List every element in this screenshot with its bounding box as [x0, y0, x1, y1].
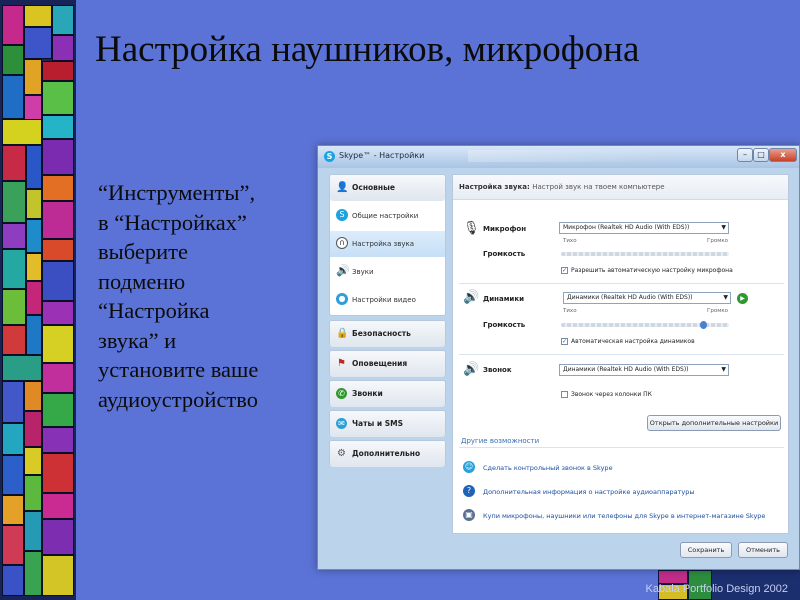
volume-max-label: Громко	[707, 308, 729, 314]
save-button[interactable]: Сохранить	[680, 542, 732, 558]
instruction-line: выберите	[98, 239, 188, 264]
microphone-volume-slider[interactable]	[561, 252, 729, 256]
skype-icon: S	[324, 151, 335, 162]
nav-item-video-settings[interactable]: ● Настройки видео	[330, 287, 445, 313]
play-test-sound-button[interactable]: ▶	[737, 293, 748, 304]
speakers-auto-label: Автоматическая настройка динамиков	[571, 338, 695, 345]
window-titlebar[interactable]: S Skype™ - Настройки – □ x	[318, 146, 799, 168]
shop-icon: ▣	[463, 509, 475, 521]
panel-title: Настройка звука: Настрой звук на твоем к…	[459, 183, 665, 191]
nav-group-general: 👤 Основные S Общие настройки ∩ Настройка…	[329, 174, 446, 316]
nav-item-audio-settings[interactable]: ∩ Настройка звука	[330, 231, 445, 257]
nav-group-label: Безопасность	[352, 329, 411, 338]
other-options-heading: Другие возможности	[461, 437, 540, 445]
webcam-icon: ●	[336, 293, 348, 305]
panel-header: Настройка звука: Настрой звук на твоем к…	[453, 175, 788, 200]
maximize-button[interactable]: □	[753, 148, 769, 162]
nav-item-label: Настройка звука	[352, 240, 415, 248]
close-button[interactable]: x	[769, 148, 797, 162]
speaker-icon: 🔊	[463, 290, 480, 305]
headset-icon: ∩	[336, 237, 348, 249]
audio-settings-panel: Настройка звука: Настрой звук на твоем к…	[452, 174, 789, 534]
instruction-line: аудиоустройство	[98, 386, 258, 412]
nav-group-label: Звонки	[352, 389, 383, 398]
chevron-down-icon: ▼	[721, 366, 726, 373]
settings-sidebar: 👤 Основные S Общие настройки ∩ Настройка…	[329, 174, 446, 467]
speakers-volume-thumb[interactable]	[700, 321, 708, 329]
speakers-volume-label: Громкость	[483, 321, 526, 329]
microphone-icon: 🎙	[463, 221, 480, 236]
nav-group-label: Чаты и SMS	[352, 419, 403, 428]
ringer-speaker-icon: 🔊	[463, 362, 480, 377]
chat-icon: ✉	[336, 418, 347, 429]
cancel-button[interactable]: Отменить	[738, 542, 788, 558]
nav-item-label: Звуки	[352, 268, 374, 276]
slide-title: Настройка наушников, микрофона	[95, 29, 640, 70]
instruction-line: “Настройка	[98, 298, 210, 323]
nav-group-label: Оповещения	[352, 359, 408, 368]
microphone-volume-label: Громкость	[483, 250, 526, 258]
flag-icon: ⚑	[337, 358, 346, 369]
test-call-link[interactable]: Сделать контрольный звонок в Skype	[483, 464, 613, 472]
instruction-line: установите ваше	[98, 357, 259, 382]
ringer-label: Звонок	[483, 366, 512, 374]
volume-min-label: Тихо	[563, 308, 577, 314]
nav-group-calls[interactable]: ✆ Звонки	[329, 380, 446, 407]
ringer-pc-speaker-checkbox[interactable]	[561, 391, 568, 398]
nav-group-label: Дополнительно	[352, 449, 421, 458]
instruction-line: “Инструменты”,	[98, 180, 256, 205]
microphone-auto-label: Разрешить автоматическую настройку микро…	[571, 267, 733, 274]
instruction-line: в “Настройках”	[98, 209, 247, 235]
section-divider	[459, 283, 784, 284]
skype-shop-link[interactable]: Купи микрофоны, наушники или телефоны дл…	[483, 512, 765, 520]
microphone-select[interactable]: Микрофон (Realtek HD Audio (With EDS)) ▼	[559, 222, 729, 234]
nav-group-header[interactable]: 👤 Основные	[330, 175, 445, 201]
section-divider	[459, 447, 784, 448]
ringer-pc-speaker-label: Звонок через колонки ПК	[571, 391, 652, 398]
help-icon: ?	[463, 485, 475, 497]
speakers-select[interactable]: Динамики (Realtek HD Audio (With EDS)) ▼	[563, 292, 731, 304]
design-credit: Kabala Portfolio Design 2002	[645, 583, 788, 595]
window-title: Skype™ - Настройки	[339, 151, 425, 160]
speakers-auto-checkbox[interactable]: ✓	[561, 338, 568, 345]
nav-item-sounds[interactable]: 🔊 Звуки	[330, 259, 445, 285]
audio-help-link[interactable]: Дополнительная информация о настройке ау…	[483, 488, 694, 496]
chevron-down-icon: ▼	[723, 294, 728, 301]
padlock-icon: 🔒	[336, 328, 349, 339]
microphone-label: Микрофон	[483, 225, 527, 233]
volume-min-label: Тихо	[563, 238, 577, 244]
advanced-settings-button[interactable]: Открыть дополнительные настройки	[647, 415, 781, 431]
gear-icon: ⚙	[337, 448, 346, 459]
nav-group-label: Основные	[352, 183, 395, 192]
nav-group-chats-sms[interactable]: ✉ Чаты и SMS	[329, 410, 446, 437]
instruction-line: звука” и	[98, 327, 177, 353]
minimize-button[interactable]: –	[737, 148, 753, 162]
ringer-select[interactable]: Динамики (Realtek HD Audio (With EDS)) ▼	[559, 364, 729, 376]
person-icon: 👤	[336, 182, 349, 193]
nav-item-label: Общие настройки	[352, 212, 419, 220]
instruction-text: “Инструменты”, в “Настройках” выберите п…	[98, 178, 323, 414]
volume-max-label: Громко	[707, 238, 729, 244]
chevron-down-icon: ▼	[721, 224, 726, 231]
speakers-label: Динамики	[483, 295, 524, 303]
nav-group-advanced[interactable]: ⚙ Дополнительно	[329, 440, 446, 467]
nav-group-notifications[interactable]: ⚑ Оповещения	[329, 350, 446, 377]
blurred-tab-ghost	[468, 150, 668, 162]
instruction-line: подменю	[98, 268, 186, 294]
phone-icon: ✆	[336, 388, 347, 399]
microphone-auto-checkbox[interactable]: ✓	[561, 267, 568, 274]
nav-group-security[interactable]: 🔒 Безопасность	[329, 320, 446, 347]
decorative-mosaic	[0, 0, 76, 600]
speaker-icon: 🔊	[336, 264, 350, 277]
skype-icon: S	[336, 209, 348, 221]
test-call-icon: ☺	[463, 461, 475, 473]
nav-item-label: Настройки видео	[352, 296, 416, 304]
panel-subtitle: Настрой звук на твоем компьютере	[532, 183, 665, 191]
section-divider	[459, 354, 784, 355]
nav-item-general-settings[interactable]: S Общие настройки	[330, 203, 445, 229]
skype-settings-window: S Skype™ - Настройки – □ x 👤 Основные S …	[317, 145, 800, 570]
